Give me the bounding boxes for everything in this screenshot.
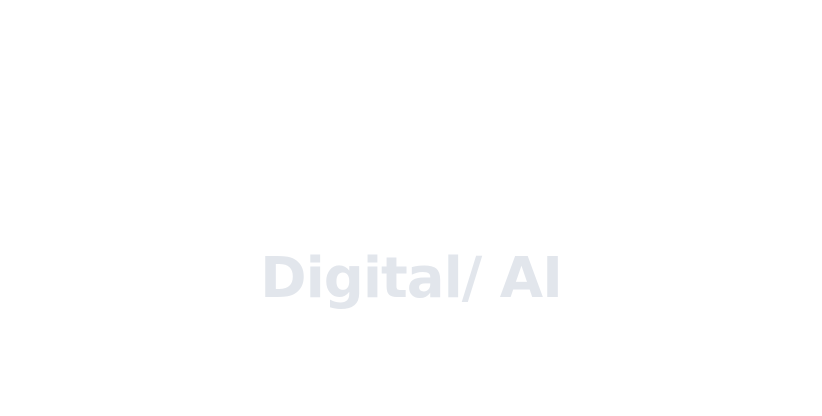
background-watermark-text: Digital/ AI	[260, 246, 563, 311]
hero-section: Digital/ AI	[0, 0, 822, 416]
